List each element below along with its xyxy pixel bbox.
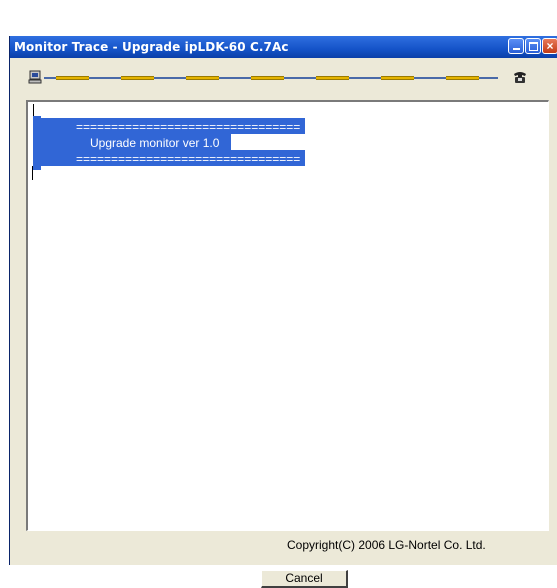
close-icon: × xyxy=(546,39,554,53)
text-caret xyxy=(32,166,33,180)
progress-segment xyxy=(251,76,284,80)
cancel-button[interactable]: Cancel xyxy=(261,570,348,588)
telephone-icon xyxy=(514,72,526,83)
computer-icon xyxy=(28,70,42,84)
window-title: Monitor Trace - Upgrade ipLDK-60 C.7Ac xyxy=(14,40,289,54)
title-bar[interactable]: Monitor Trace - Upgrade ipLDK-60 C.7Ac × xyxy=(10,36,557,58)
maximize-icon xyxy=(526,39,540,53)
maximize-button[interactable] xyxy=(525,38,541,54)
monitor-trace-window: Monitor Trace - Upgrade ipLDK-60 C.7Ac × xyxy=(9,36,557,588)
log-line: ================================ xyxy=(76,120,301,134)
minimize-icon xyxy=(509,39,523,53)
close-button[interactable]: × xyxy=(542,38,557,54)
progress-segment xyxy=(186,76,219,80)
log-line: ================================ xyxy=(76,152,301,166)
progress-segment xyxy=(316,76,349,80)
window-controls: × xyxy=(508,38,557,56)
progress-segment xyxy=(121,76,154,80)
progress-segment xyxy=(446,76,479,80)
minimize-button[interactable] xyxy=(508,38,524,54)
progress-segment xyxy=(56,76,89,80)
trace-log[interactable]: ================================ Upgrade… xyxy=(26,100,549,531)
log-line: Upgrade monitor ver 1.0 xyxy=(90,136,220,150)
copyright-text: Copyright(C) 2006 LG-Nortel Co. Ltd. xyxy=(287,538,486,552)
connection-progress xyxy=(28,68,528,88)
progress-segment xyxy=(381,76,414,80)
